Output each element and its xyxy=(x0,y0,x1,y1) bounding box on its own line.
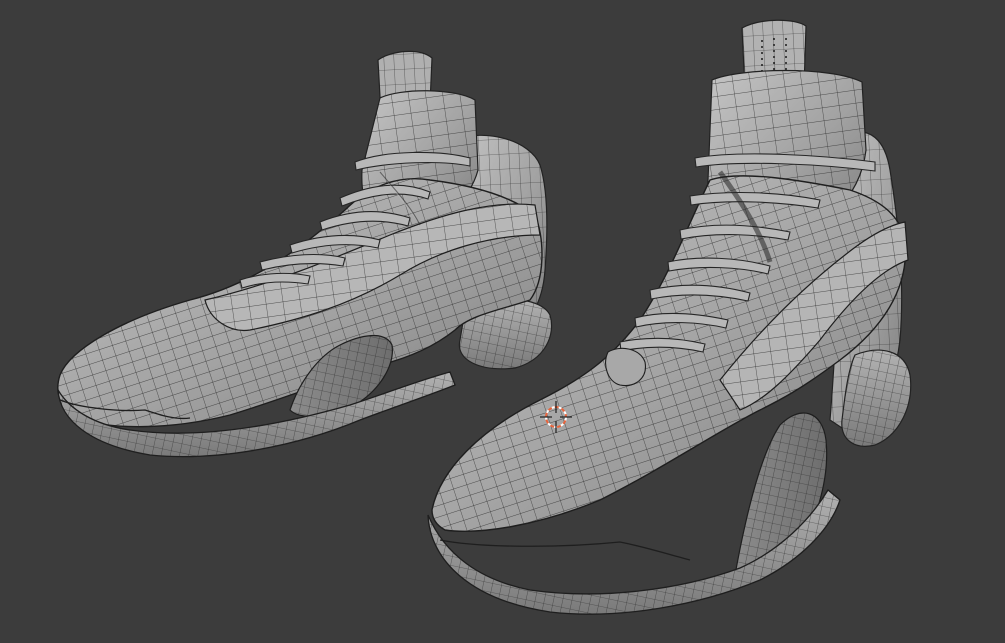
3d-viewport[interactable] xyxy=(0,0,1005,643)
right-lace-loop xyxy=(605,347,646,387)
left-sneaker[interactable] xyxy=(57,50,553,458)
